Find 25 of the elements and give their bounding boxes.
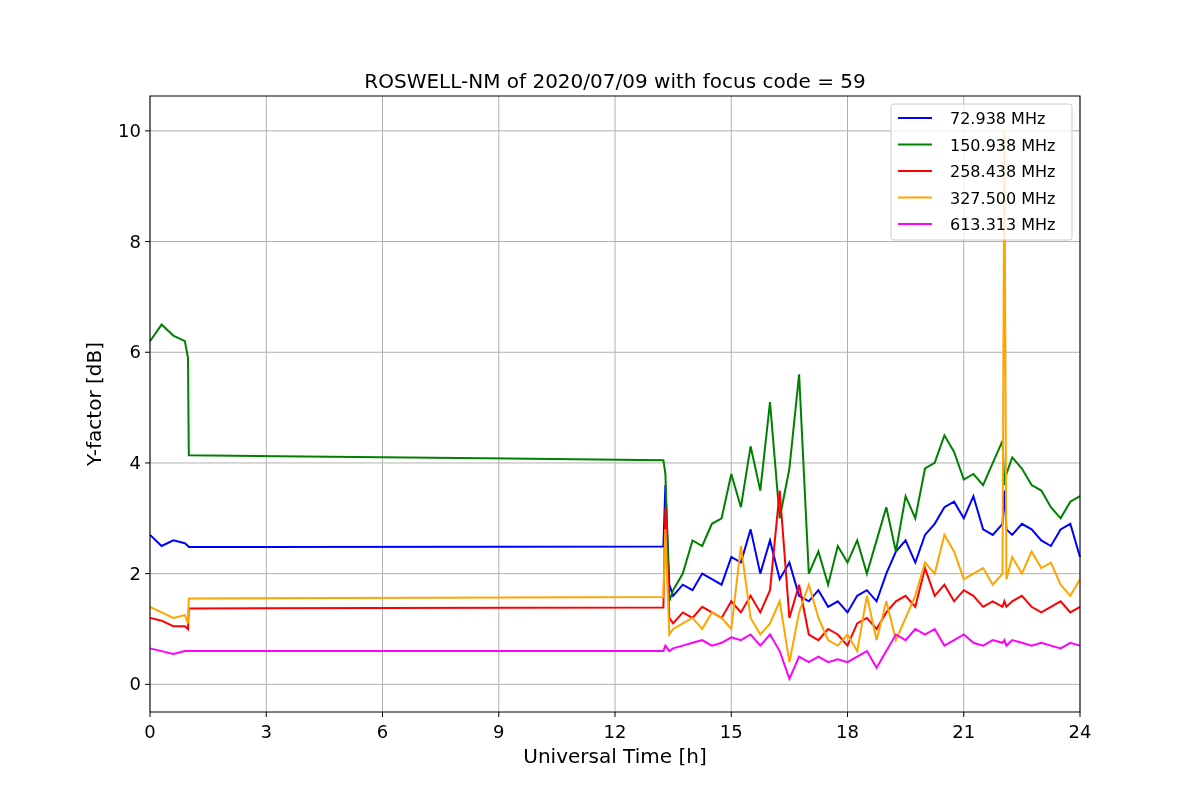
y-tick-label: 6 (129, 341, 141, 363)
legend-swatch (897, 143, 933, 146)
x-tick-label: 15 (719, 721, 743, 742)
x-tick-label: 18 (836, 721, 859, 742)
y-tick-label: 10 (118, 119, 141, 141)
x-tick-label: 12 (603, 721, 627, 742)
x-tick-label: 6 (376, 721, 389, 742)
x-tick-label: 21 (952, 721, 976, 742)
legend-label: 613.313 MHz (950, 215, 1056, 234)
legend-label: 327.500 MHz (950, 188, 1056, 208)
y-tick-label: 2 (129, 562, 141, 584)
x-tick-label: 3 (260, 721, 272, 742)
y-tick-label: 8 (129, 230, 141, 252)
x-tick-label: 0 (144, 721, 156, 742)
chart-title: ROSWELL-NM of 2020/07/09 with focus code = 59 (364, 69, 866, 93)
y-tick-label: 0 (129, 673, 141, 695)
legend-label: 72.938 MHz (950, 109, 1046, 128)
y-axis-label: Y-factor [dB] (82, 342, 106, 466)
legend-label: 258.438 MHz (950, 162, 1056, 181)
x-axis-label: Universal Time [h] (523, 744, 707, 768)
x-tick-label: 24 (1068, 721, 1092, 742)
legend-label: 150.938 MHz (950, 135, 1056, 155)
x-tick-label: 9 (493, 721, 505, 742)
legend-swatch (897, 196, 933, 199)
y-tick-label: 4 (129, 451, 141, 473)
